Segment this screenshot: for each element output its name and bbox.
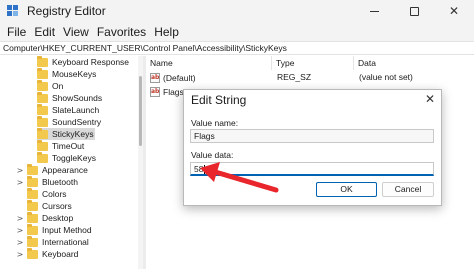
folder-icon xyxy=(37,79,48,91)
value-name-label: Value name: xyxy=(191,118,239,128)
chevron-right-icon[interactable]: > xyxy=(16,238,24,247)
tree-item-label: Bluetooth xyxy=(42,177,78,187)
tree-item-label: ShowSounds xyxy=(52,93,103,103)
cancel-button[interactable]: Cancel xyxy=(382,182,434,197)
chevron-right-icon[interactable]: > xyxy=(16,250,24,259)
menu-view[interactable]: View xyxy=(59,25,93,39)
tree-item[interactable]: > Desktop xyxy=(16,211,136,224)
tree-item-label: ToggleKeys xyxy=(52,153,96,163)
folder-icon xyxy=(37,91,48,103)
folder-icon xyxy=(37,151,48,163)
folder-icon xyxy=(37,139,48,151)
minimize-icon xyxy=(369,10,379,12)
tree-item-label: Input Method xyxy=(42,225,92,235)
close-window-button[interactable]: ✕ xyxy=(434,0,474,22)
tree-item-label: Keyboard Response xyxy=(52,57,130,67)
value-name: Flags xyxy=(163,86,184,97)
value-name: (Default) xyxy=(163,72,196,83)
value-data: (value not set) xyxy=(359,72,413,82)
dialog-title-bar: Edit String ✕ xyxy=(184,90,441,110)
tree-item[interactable]: Colors xyxy=(16,187,136,200)
folder-icon xyxy=(27,235,38,247)
tree-item[interactable]: Cursors xyxy=(16,199,136,212)
tree-item-label: International xyxy=(42,237,89,247)
chevron-right-icon[interactable]: > xyxy=(16,166,24,175)
maximize-icon xyxy=(409,6,419,16)
window-title: Registry Editor xyxy=(27,4,106,18)
tree-item[interactable]: SoundSentry xyxy=(37,115,137,128)
folder-icon xyxy=(37,103,48,115)
folder-icon xyxy=(27,199,38,211)
menu-favorites[interactable]: Favorites xyxy=(93,25,150,39)
column-header-type[interactable]: Type xyxy=(272,56,354,70)
menu-file[interactable]: File xyxy=(3,25,30,39)
tree-item-selected[interactable]: StickyKeys xyxy=(37,127,95,140)
tree-item-label: MouseKeys xyxy=(52,69,97,79)
tree-item[interactable]: > International xyxy=(16,235,136,248)
column-header-data[interactable]: Data xyxy=(354,56,474,70)
string-value-icon: ab xyxy=(150,86,160,97)
tree-item[interactable]: ShowSounds xyxy=(37,91,137,104)
tree-item[interactable]: Keyboard Response xyxy=(37,56,137,68)
chevron-right-icon[interactable]: > xyxy=(16,214,24,223)
folder-icon xyxy=(37,127,48,139)
registry-editor-app-icon xyxy=(7,5,19,17)
dialog-title: Edit String xyxy=(191,93,247,107)
ok-button[interactable]: OK xyxy=(316,182,377,197)
menu-help[interactable]: Help xyxy=(150,25,183,39)
tree-item[interactable]: TimeOut xyxy=(37,139,137,152)
tree-item-label: SlateLaunch xyxy=(52,105,100,115)
minimize-button[interactable] xyxy=(354,0,394,22)
tree-item[interactable]: > Keyboard xyxy=(16,247,136,260)
tree-item-label: Desktop xyxy=(42,213,74,223)
tree-item-label: SoundSentry xyxy=(52,117,102,127)
value-row[interactable]: ab (Default) REG_SZ (value not set) xyxy=(150,71,470,84)
value-data-label: Value data: xyxy=(191,150,234,160)
menu-edit[interactable]: Edit xyxy=(30,25,59,39)
tree-item-label: Keyboard xyxy=(42,249,79,259)
value-name-field[interactable]: Flags xyxy=(190,129,434,143)
tree-item-label: Colors xyxy=(42,189,67,199)
tree-item[interactable]: SlateLaunch xyxy=(37,103,137,116)
tree-item[interactable]: > Appearance xyxy=(16,163,136,176)
tree-item[interactable]: On xyxy=(37,79,137,92)
window-controls: ✕ xyxy=(354,0,474,22)
tree-item-label: StickyKeys xyxy=(52,129,94,139)
folder-icon xyxy=(27,163,38,175)
tree-item[interactable]: > Input Method xyxy=(16,223,136,236)
string-value-icon: ab xyxy=(150,72,160,83)
menu-bar: File Edit View Favorites Help xyxy=(0,22,474,41)
column-header-name[interactable]: Name xyxy=(146,56,272,70)
chevron-right-icon[interactable]: > xyxy=(16,178,24,187)
tree-item-label: On xyxy=(52,81,64,91)
tree-item-label: TimeOut xyxy=(52,141,85,151)
folder-icon xyxy=(27,211,38,223)
close-icon: ✕ xyxy=(448,4,460,18)
red-arrow-annotation-icon xyxy=(200,162,279,193)
title-bar: Registry Editor ✕ xyxy=(0,0,474,22)
tree-item-label: Cursors xyxy=(42,201,72,211)
maximize-button[interactable] xyxy=(394,0,434,22)
key-tree: Keyboard Response MouseKeys On ShowSound… xyxy=(0,56,143,269)
tree-item[interactable]: MouseKeys xyxy=(37,67,137,80)
tree-scrollbar-thumb[interactable] xyxy=(139,76,142,146)
chevron-right-icon[interactable]: > xyxy=(16,226,24,235)
address-bar[interactable]: Computer\HKEY_CURRENT_USER\Control Panel… xyxy=(0,41,474,55)
tree-item[interactable]: > Bluetooth xyxy=(16,175,136,188)
folder-icon xyxy=(27,223,38,235)
folder-icon xyxy=(37,67,48,79)
folder-icon xyxy=(37,56,48,67)
folder-icon xyxy=(37,115,48,127)
value-type: REG_SZ xyxy=(277,72,312,82)
folder-icon xyxy=(27,187,38,199)
tree-item[interactable]: ToggleKeys xyxy=(37,151,137,164)
folder-icon xyxy=(27,175,38,187)
tree-item-label: Appearance xyxy=(42,165,88,175)
close-icon[interactable]: ✕ xyxy=(425,92,435,106)
folder-icon xyxy=(27,247,38,259)
